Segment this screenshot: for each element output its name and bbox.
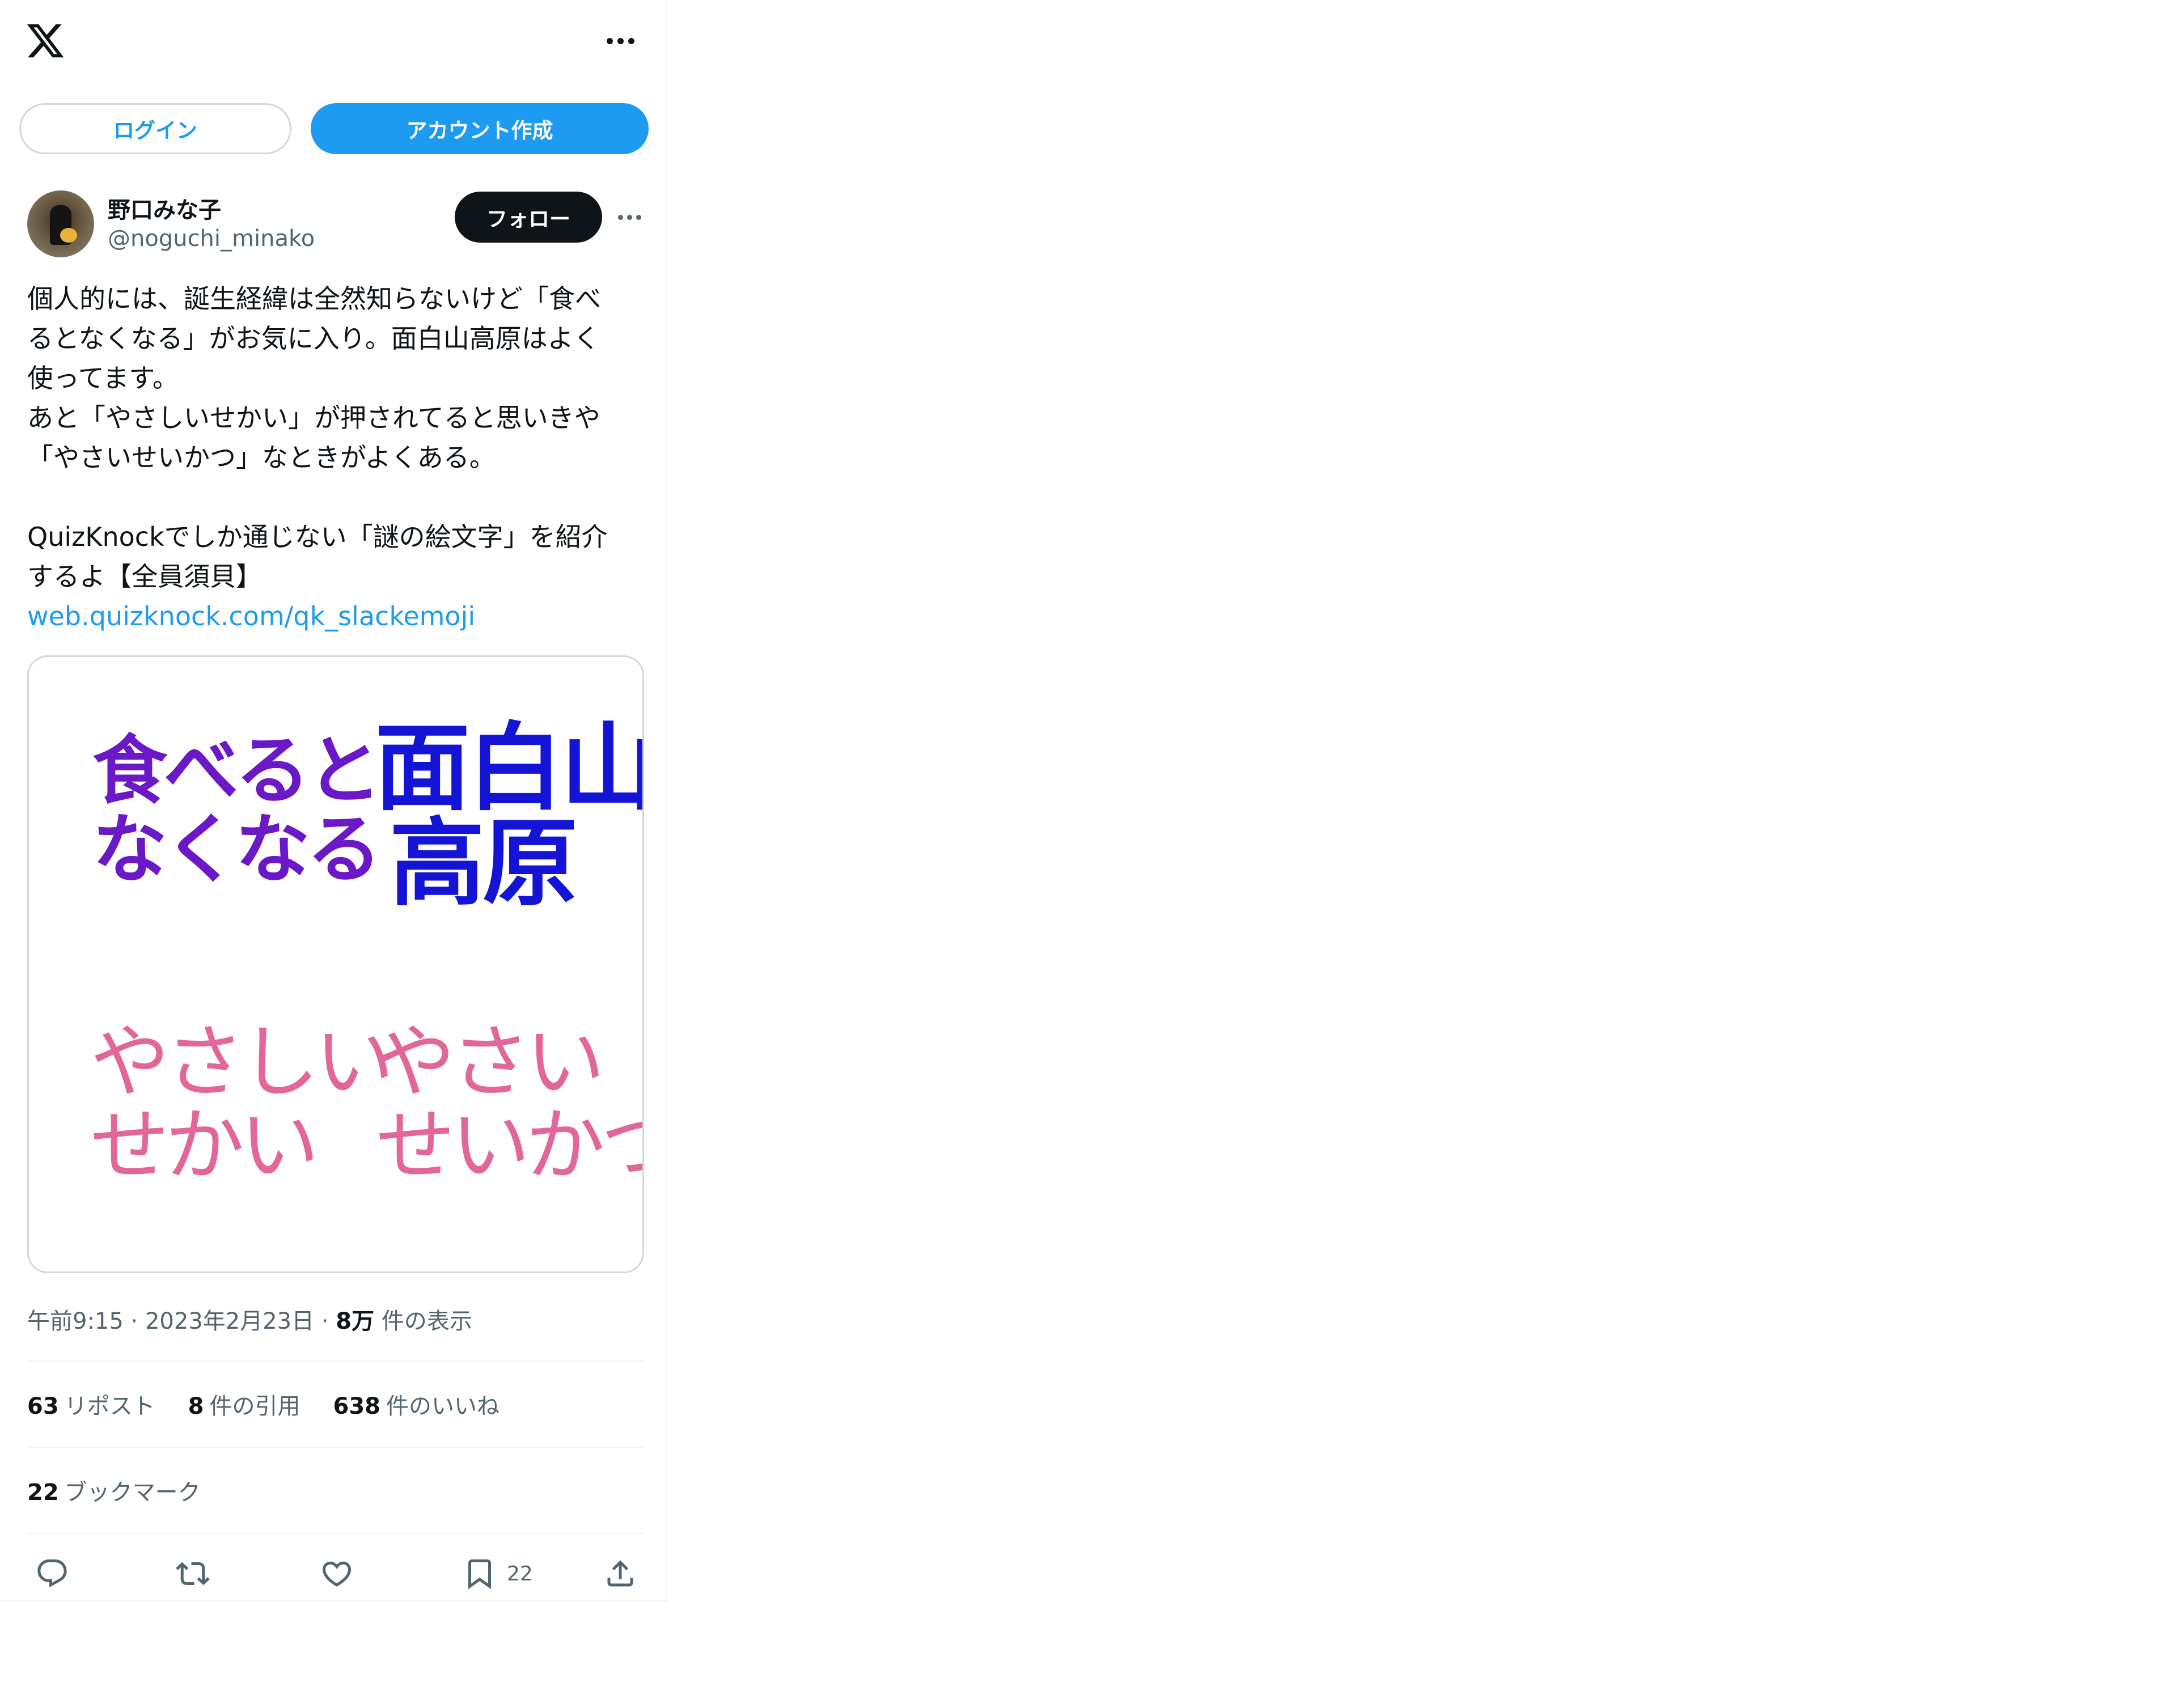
tweet-panel: ログイン アカウント作成 野口みな子 @noguchi_minako フォロー …	[0, 0, 667, 1601]
like-button[interactable]	[320, 1555, 354, 1592]
dot	[606, 37, 613, 44]
bookmarks-label: ブックマーク	[64, 1480, 201, 1506]
author-handle[interactable]: @noguchi_minako	[108, 226, 315, 252]
app-root: ログイン アカウント作成 野口みな子 @noguchi_minako フォロー …	[0, 0, 2184, 1687]
tweet-more-icon[interactable]	[616, 207, 643, 227]
dot	[627, 214, 632, 220]
repost-icon	[176, 1562, 210, 1586]
dot	[617, 37, 624, 44]
tweet-time[interactable]: 午前9:15	[27, 1308, 124, 1334]
meta-separator: ·	[314, 1308, 336, 1334]
tweet-text-line: あと「やさしいせかい」が押されてると思いきや	[27, 402, 600, 433]
reposts-count: 63	[27, 1393, 59, 1419]
more-horizontal-icon[interactable]	[602, 29, 638, 52]
divider	[27, 1533, 644, 1534]
meta-separator: ·	[123, 1308, 145, 1334]
tweet-date[interactable]: 2023年2月23日	[145, 1308, 314, 1334]
avatar[interactable]	[27, 190, 94, 257]
avatar-highlight	[60, 228, 77, 243]
emoji-omoshiroyama-kogen: 面白山 高原	[375, 713, 644, 919]
reposts-label: リポスト	[64, 1393, 155, 1419]
tweet-stats: 63 リポスト 8 件の引用 638 件のいいね	[27, 1388, 500, 1421]
tweet-text-line: QuizKnockでしか通じない「謎の絵文字」を紹介	[27, 522, 608, 552]
likes-label: 件のいいね	[386, 1393, 500, 1419]
quotes-label: 件の引用	[209, 1393, 300, 1419]
bookmarks-stat[interactable]: 22 ブックマーク	[27, 1474, 201, 1507]
reposts-stat[interactable]: 63 リポスト	[27, 1388, 155, 1421]
dot	[617, 214, 623, 220]
tweet-text-line: 使ってます。	[27, 363, 179, 393]
emoji-taberu-to-nakunaru: 食べると なくなる	[92, 727, 382, 893]
tweet-link[interactable]: web.quizknock.com/qk_slackemoji	[27, 596, 645, 636]
views-count: 8万	[336, 1308, 375, 1334]
login-button[interactable]: ログイン	[19, 103, 291, 154]
author-display-name[interactable]: 野口みな子	[108, 192, 221, 224]
bookmark-button[interactable]: 22	[463, 1555, 533, 1592]
likes-stat[interactable]: 638 件のいいね	[333, 1388, 500, 1421]
tweet-text: 個人的には、誕生経緯は全然知らないけど「食べ るとなくなる」がお気に入り。面白山…	[27, 279, 645, 636]
bookmark-count: 22	[507, 1562, 533, 1586]
emoji-yasashii-sekai: やさしい せかい	[90, 1016, 394, 1192]
tweet-text-line: するよ【全員須貝】	[27, 561, 262, 592]
tweet-text-blank-line	[27, 477, 645, 517]
reply-button[interactable]	[35, 1555, 69, 1592]
tweet-text-line: るとなくなる」がお気に入り。面白山高原はよく	[27, 323, 600, 354]
x-logo-icon[interactable]	[25, 20, 66, 61]
tweet-media-image[interactable]: 食べると なくなる 面白山 高原 やさしい せかい やさい せいかつ	[27, 655, 644, 1273]
emoji-yasai-seikatsu: やさい せいかつ	[376, 1016, 642, 1192]
views-label: 件の表示	[381, 1308, 472, 1334]
quotes-stat[interactable]: 8 件の引用	[188, 1388, 300, 1421]
tweet-meta: 午前9:15 · 2023年2月23日 · 8万 件の表示	[27, 1303, 472, 1336]
create-account-button[interactable]: アカウント作成	[311, 103, 649, 154]
divider	[27, 1360, 644, 1362]
bookmark-icon	[468, 1559, 491, 1589]
dot	[636, 214, 641, 220]
share-icon	[607, 1560, 633, 1587]
likes-count: 638	[333, 1393, 381, 1419]
divider	[27, 1447, 644, 1448]
quotes-count: 8	[188, 1393, 204, 1419]
reply-icon	[37, 1559, 67, 1588]
tweet-text-line: 個人的には、誕生経緯は全然知らないけど「食べ	[27, 283, 601, 314]
follow-button[interactable]: フォロー	[455, 192, 602, 243]
heart-icon	[322, 1561, 352, 1587]
dot	[628, 37, 634, 44]
repost-button[interactable]	[176, 1555, 210, 1592]
share-button[interactable]	[603, 1555, 637, 1592]
bookmarks-count: 22	[27, 1480, 59, 1506]
tweet-text-line: 「やさいせいかつ」なときがよくある。	[27, 442, 496, 473]
